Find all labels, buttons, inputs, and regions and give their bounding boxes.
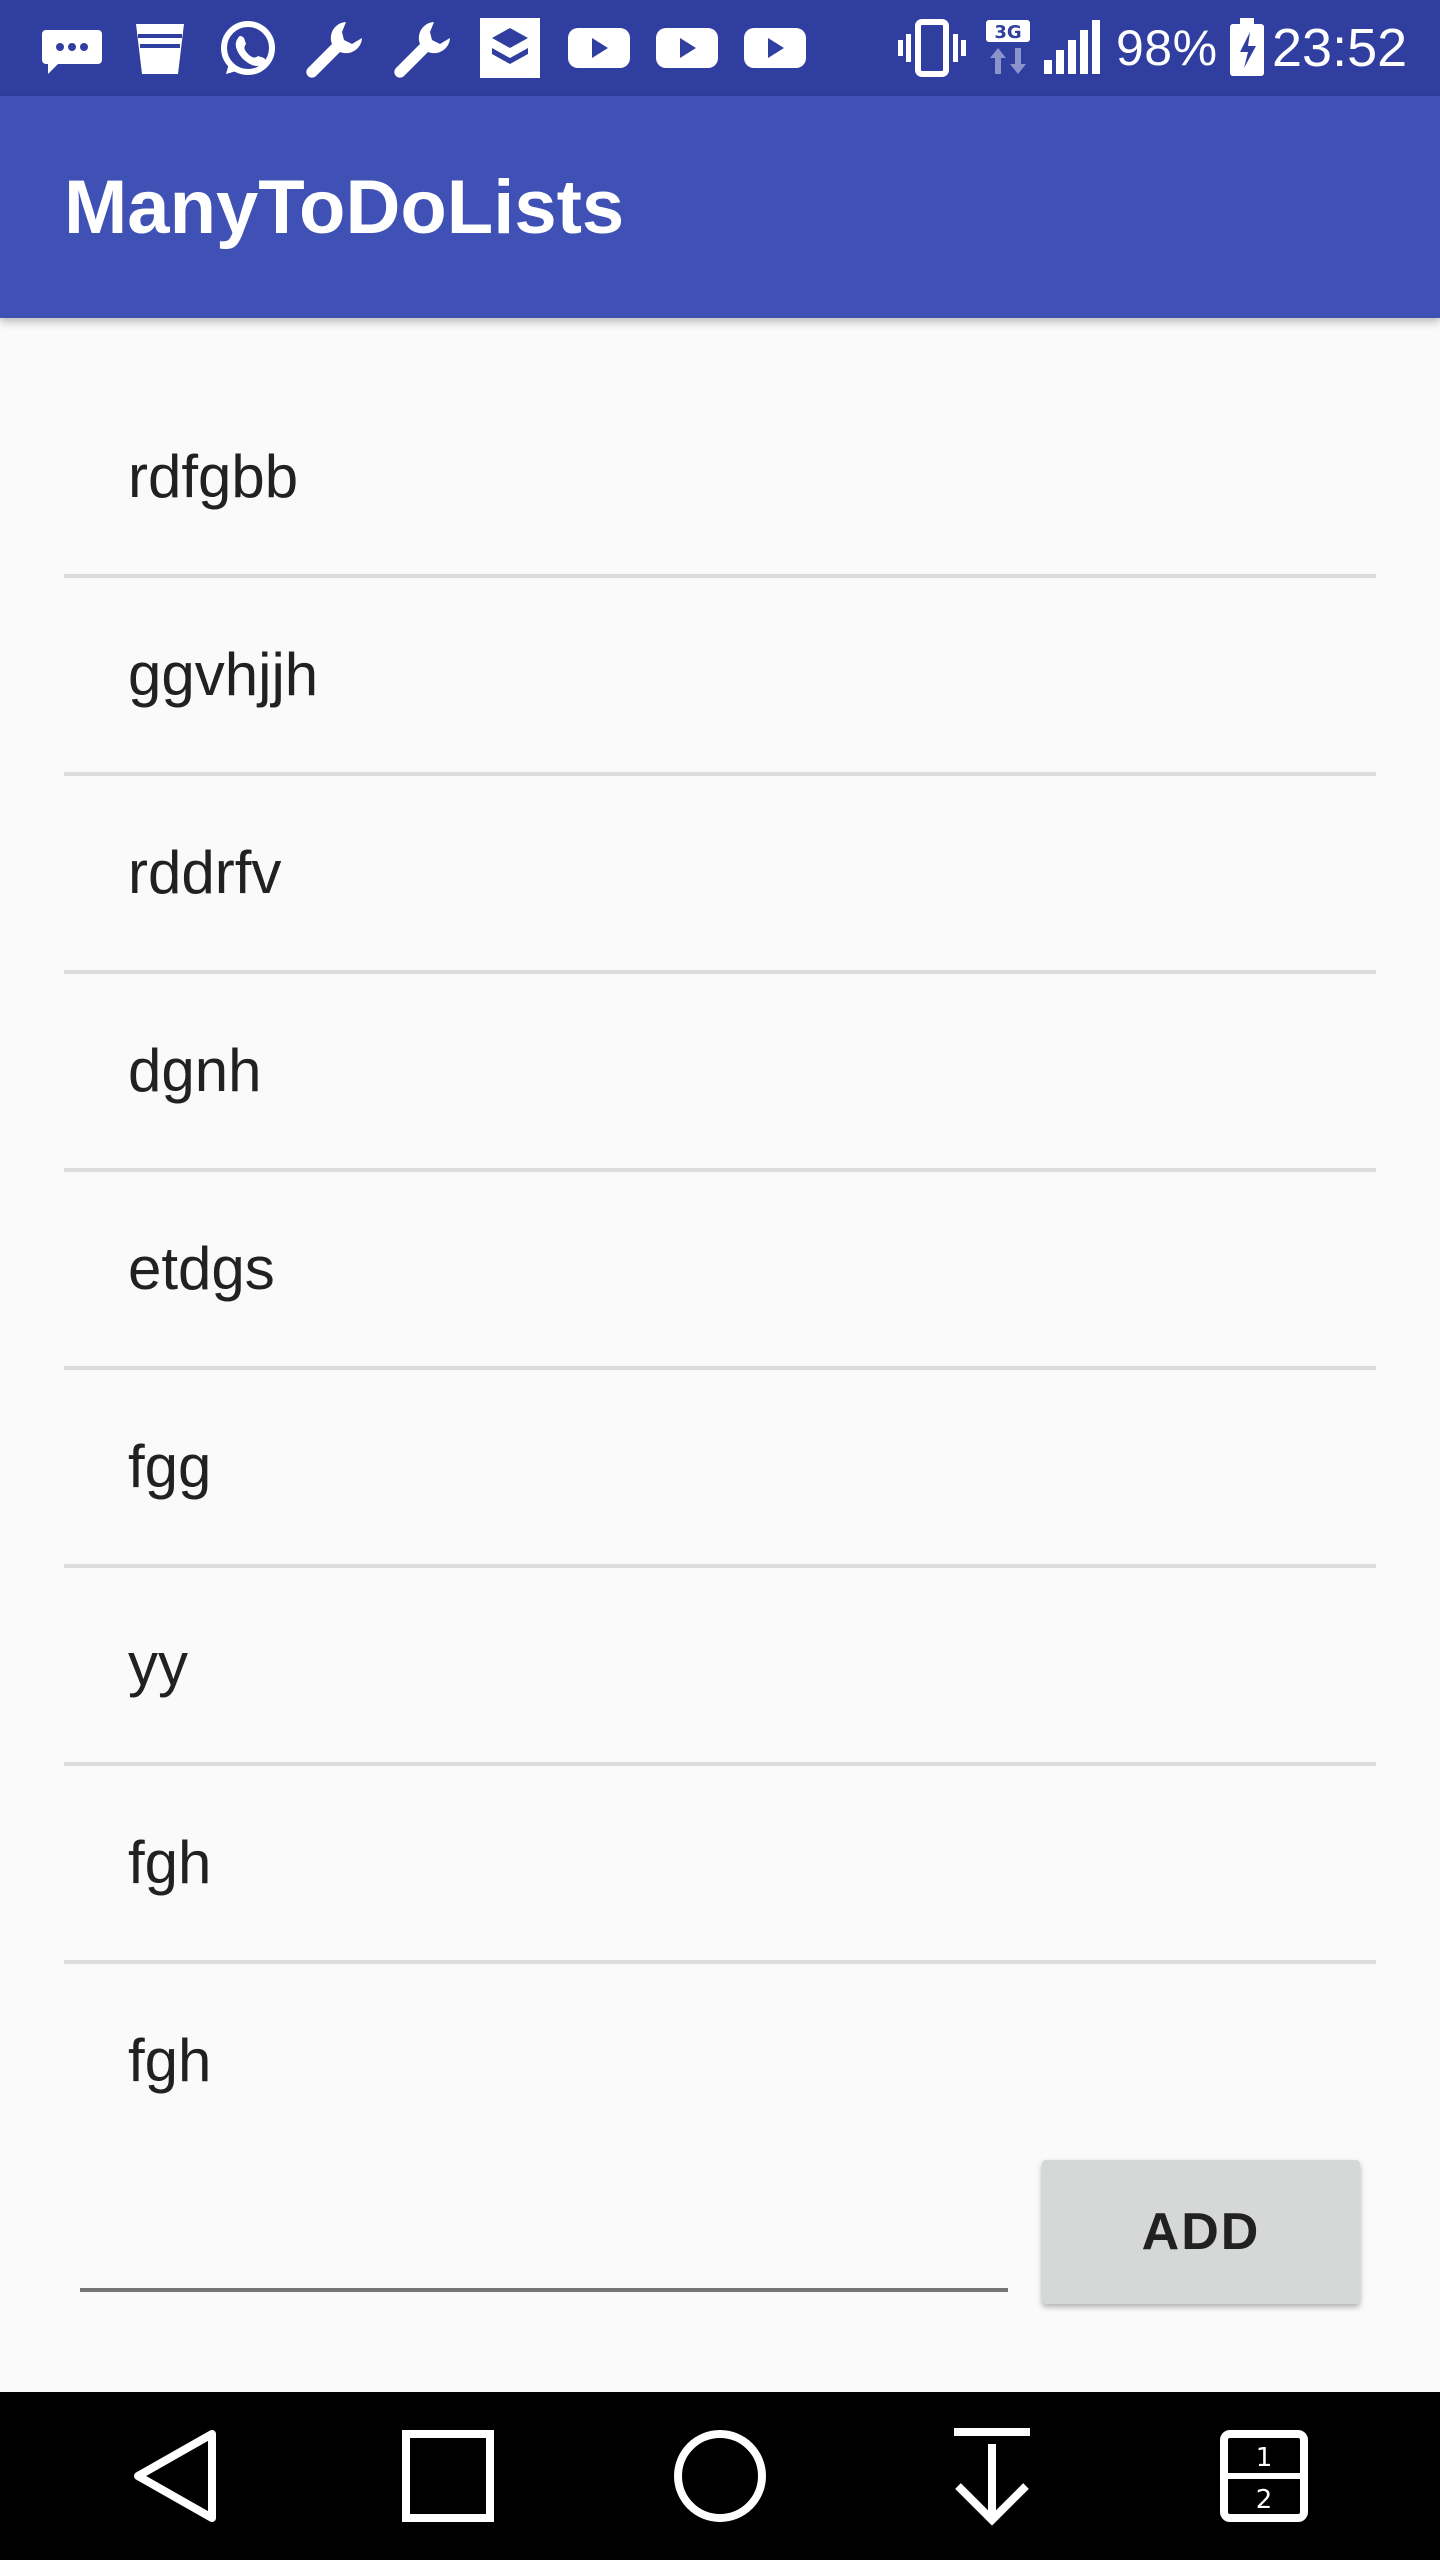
cup-icon bbox=[128, 18, 192, 78]
split-screen-icon[interactable]: 1 2 bbox=[1204, 2416, 1324, 2536]
svg-text:2: 2 bbox=[1256, 2485, 1273, 2515]
battery-charging-icon bbox=[1228, 18, 1266, 78]
list-item-text: rddrfv bbox=[128, 839, 282, 906]
battery-percent: 98% bbox=[1116, 20, 1218, 76]
list-item-text: fgh bbox=[128, 2027, 212, 2094]
navigation-bar: 1 2 bbox=[0, 2392, 1440, 2560]
message-icon bbox=[40, 18, 104, 78]
home-icon[interactable] bbox=[660, 2416, 780, 2536]
list-item[interactable]: fgh bbox=[64, 1766, 1376, 1964]
status-bar: 3G 98% 23:52 bbox=[0, 0, 1440, 96]
status-clock: 23:52 bbox=[1272, 18, 1408, 78]
layers-app-icon bbox=[478, 18, 542, 78]
youtube-icon bbox=[742, 18, 808, 78]
app-title: ManyToDoLists bbox=[64, 165, 625, 250]
whatsapp-icon bbox=[214, 18, 280, 78]
new-item-input[interactable] bbox=[80, 2188, 1008, 2292]
todo-list: rdfgbb ggvhjjh rddrfv dgnh etdgs fgg yy … bbox=[64, 380, 1376, 2158]
list-item-text: dgnh bbox=[128, 1037, 262, 1104]
svg-text:1: 1 bbox=[1256, 2443, 1273, 2473]
recents-icon[interactable] bbox=[388, 2416, 508, 2536]
list-item[interactable]: rdfgbb bbox=[64, 380, 1376, 578]
youtube-icon bbox=[566, 18, 632, 78]
list-item[interactable]: dgnh bbox=[64, 974, 1376, 1172]
list-item-text: fgg bbox=[128, 1433, 212, 1500]
vibrate-icon bbox=[896, 18, 968, 78]
youtube-icon bbox=[654, 18, 720, 78]
wrench-icon bbox=[392, 18, 456, 78]
download-icon[interactable] bbox=[932, 2416, 1052, 2536]
signal-icon bbox=[1042, 18, 1102, 78]
svg-text:3G: 3G bbox=[994, 22, 1021, 43]
network-3g-icon: 3G bbox=[986, 18, 1032, 78]
wrench-icon bbox=[304, 18, 368, 78]
list-item[interactable]: rddrfv bbox=[64, 776, 1376, 974]
list-item[interactable]: ggvhjjh bbox=[64, 578, 1376, 776]
list-item-text: yy bbox=[128, 1631, 188, 1698]
back-icon[interactable] bbox=[116, 2416, 236, 2536]
list-item-text: etdgs bbox=[128, 1235, 275, 1302]
list-item[interactable]: etdgs bbox=[64, 1172, 1376, 1370]
list-item[interactable]: fgg bbox=[64, 1370, 1376, 1568]
list-item[interactable]: fgh bbox=[64, 1964, 1376, 2158]
list-item-text: fgh bbox=[128, 1829, 212, 1896]
list-item-text: ggvhjjh bbox=[128, 641, 319, 708]
list-item[interactable]: yy bbox=[64, 1568, 1376, 1766]
app-bar: ManyToDoLists bbox=[0, 96, 1440, 318]
list-item-text: rdfgbb bbox=[128, 443, 299, 510]
add-button[interactable]: ADD bbox=[1042, 2160, 1360, 2304]
